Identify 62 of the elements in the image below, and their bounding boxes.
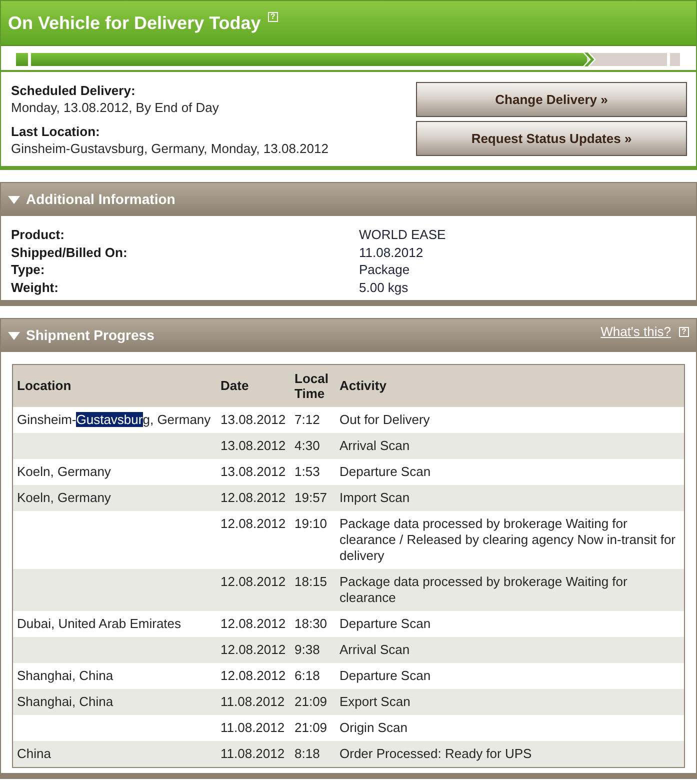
column-header: Activity bbox=[336, 364, 684, 406]
field-value: WORLD EASE bbox=[359, 226, 447, 244]
activity-cell: Out for Delivery bbox=[336, 406, 684, 432]
section-header[interactable]: Additional Information bbox=[1, 182, 696, 216]
time-cell: 8:18 bbox=[290, 740, 336, 767]
location-cell: Shanghai, China bbox=[12, 688, 216, 714]
activity-cell: Package data processed by brokerage Waiting for clearance / Released by clearing agency Now in-transit for delivery bbox=[336, 510, 684, 568]
location-cell: Koeln, Germany bbox=[12, 458, 216, 484]
section-header[interactable]: Shipment Progress What's this? ? bbox=[1, 318, 696, 352]
date-cell: 11.08.2012 bbox=[216, 740, 290, 767]
date-cell: 11.08.2012 bbox=[216, 688, 290, 714]
triangle-down-icon[interactable] bbox=[8, 332, 20, 340]
location-cell: Dubai, United Arab Emirates bbox=[12, 610, 216, 636]
field-value: Ginsheim-Gustavsburg, Germany, Monday, 13.08.2012 bbox=[11, 140, 328, 157]
column-header: Location bbox=[12, 364, 216, 406]
column-header: Date bbox=[216, 364, 290, 406]
activity-cell: Import Scan bbox=[336, 484, 684, 510]
time-cell: 4:30 bbox=[290, 432, 336, 458]
activity-cell: Departure Scan bbox=[336, 662, 684, 688]
help-link[interactable]: What's this? bbox=[600, 323, 671, 340]
help-button[interactable]: ? bbox=[268, 12, 278, 22]
activity-cell: Arrival Scan bbox=[336, 432, 684, 458]
field-label: Scheduled Delivery: bbox=[11, 82, 136, 99]
location-text: g, Germany bbox=[142, 412, 211, 426]
chevron-icon bbox=[582, 51, 596, 68]
activity-cell: Package data processed by brokerage Waiting for clearance bbox=[336, 568, 684, 610]
time-cell: 18:15 bbox=[290, 568, 336, 610]
column-header: Local Time bbox=[290, 364, 336, 406]
activity-cell: Order Processed: Ready for UPS bbox=[336, 740, 684, 767]
time-cell: 19:57 bbox=[290, 484, 336, 510]
location-cell: Koeln, Germany bbox=[12, 484, 216, 510]
field-label: Last Location: bbox=[11, 123, 101, 140]
activity-cell: Departure Scan bbox=[336, 458, 684, 484]
action-button[interactable]: Request Status Updates » bbox=[416, 121, 687, 156]
activity-cell: Origin Scan bbox=[336, 714, 684, 740]
location-text: Ginsheim- bbox=[17, 412, 76, 426]
activity-cell: Departure Scan bbox=[336, 610, 684, 636]
field-label: Type: bbox=[11, 261, 46, 278]
status-title: On Vehicle for Delivery Today bbox=[8, 12, 261, 34]
field-value: 5.00 kgs bbox=[359, 278, 410, 296]
field-label: Product: bbox=[11, 226, 66, 244]
field-value: 11.08.2012 bbox=[359, 244, 424, 261]
field-value: Monday, 13.08.2012, By End of Day bbox=[11, 99, 220, 116]
date-cell: 12.08.2012 bbox=[216, 568, 290, 610]
action-button[interactable]: Change Delivery » bbox=[416, 82, 687, 117]
field-label: Weight: bbox=[11, 278, 60, 296]
time-cell: 9:38 bbox=[290, 636, 336, 662]
section-title: Shipment Progress bbox=[26, 327, 154, 344]
field-label: Shipped/Billed On: bbox=[11, 244, 128, 261]
time-cell: 21:09 bbox=[290, 688, 336, 714]
activity-cell: Arrival Scan bbox=[336, 636, 684, 662]
date-cell: 12.08.2012 bbox=[216, 636, 290, 662]
activity-cell: Export Scan bbox=[336, 688, 684, 714]
triangle-down-icon[interactable] bbox=[8, 196, 20, 204]
selected-text: Gustavsbur bbox=[76, 412, 143, 426]
location-cell: China bbox=[12, 740, 216, 767]
field-value: Package bbox=[359, 261, 411, 278]
help-button[interactable]: ? bbox=[679, 326, 689, 336]
location-cell: Shanghai, China bbox=[12, 662, 216, 688]
date-cell: 13.08.2012 bbox=[216, 432, 290, 458]
section-title: Additional Information bbox=[26, 191, 176, 208]
date-cell: 12.08.2012 bbox=[216, 484, 290, 510]
